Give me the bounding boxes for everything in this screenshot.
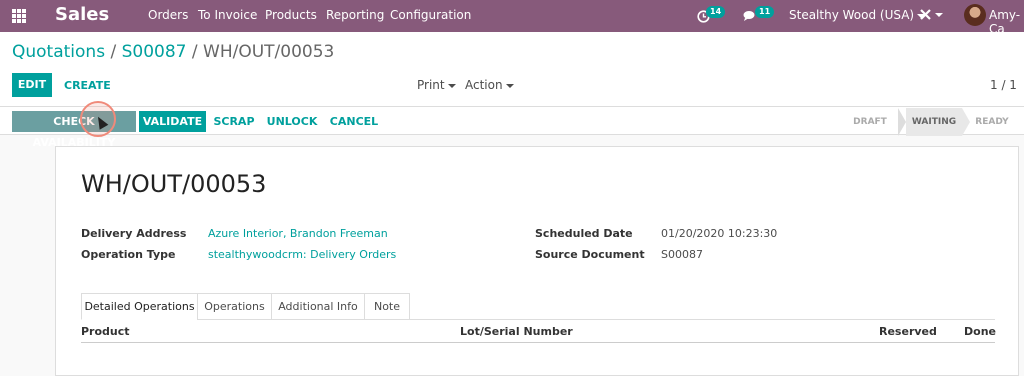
operation-type-value[interactable]: stealthywoodcrm: Delivery Orders xyxy=(208,248,396,261)
stage-waiting: WAITING xyxy=(906,108,962,136)
form-sheet: WH/OUT/00053 Delivery Address Azure Inte… xyxy=(55,146,1019,376)
column-done[interactable]: Done xyxy=(964,325,996,338)
print-dropdown[interactable]: Print xyxy=(417,78,456,92)
record-title: WH/OUT/00053 xyxy=(81,170,267,198)
breadcrumb: Quotations / S00087 / WH/OUT/00053 xyxy=(12,42,334,62)
activity-count-badge: 14 xyxy=(706,6,726,18)
caret-down-icon xyxy=(505,83,514,88)
column-reserved[interactable]: Reserved xyxy=(879,325,937,338)
stage-ready: READY xyxy=(975,117,1009,127)
cancel-button[interactable]: CANCEL xyxy=(327,111,381,132)
company-name: Stealthy Wood (USA) xyxy=(789,8,915,22)
breadcrumb-separator: / xyxy=(191,42,198,62)
app-name[interactable]: Sales xyxy=(55,4,109,25)
breadcrumb-quotations[interactable]: Quotations xyxy=(12,42,105,62)
stage-separator xyxy=(898,108,906,136)
menu-orders[interactable]: Orders xyxy=(148,8,188,22)
apps-grid-icon[interactable] xyxy=(12,9,26,23)
delivery-address-label: Delivery Address xyxy=(81,227,187,240)
action-label: Action xyxy=(465,78,503,92)
column-product[interactable]: Product xyxy=(81,325,130,338)
message-count-badge: 11 xyxy=(755,6,775,18)
menu-to-invoice[interactable]: To Invoice xyxy=(198,8,257,22)
action-dropdown[interactable]: Action xyxy=(465,78,514,92)
avatar[interactable] xyxy=(964,4,986,26)
tools-icon xyxy=(920,9,931,20)
operation-type-label: Operation Type xyxy=(81,248,176,261)
table-header-divider xyxy=(81,342,995,343)
print-label: Print xyxy=(417,78,445,92)
tab-detailed-operations[interactable]: Detailed Operations xyxy=(81,293,198,320)
tab-note[interactable]: Note xyxy=(364,293,410,320)
breadcrumb-separator: / xyxy=(110,42,117,62)
column-lot-serial[interactable]: Lot/Serial Number xyxy=(460,325,573,338)
scrap-button[interactable]: SCRAP xyxy=(212,111,256,132)
breadcrumb-sale-order[interactable]: S00087 xyxy=(122,42,187,62)
activity-button[interactable]: 14 xyxy=(697,6,727,24)
menu-configuration[interactable]: Configuration xyxy=(390,8,471,22)
validate-button[interactable]: VALIDATE xyxy=(139,111,206,132)
action-bar: CHECK AVAILABILITY VALIDATE SCRAP UNLOCK… xyxy=(0,106,1024,149)
company-switcher[interactable]: Stealthy Wood (USA) xyxy=(789,8,926,22)
tab-additional-info[interactable]: Additional Info xyxy=(271,293,365,320)
stage-draft: DRAFT xyxy=(853,117,887,127)
messages-button[interactable]: 11 xyxy=(743,6,775,24)
source-document-label: Source Document xyxy=(535,248,645,261)
scheduled-date-label: Scheduled Date xyxy=(535,227,633,240)
caret-down-icon xyxy=(447,83,456,88)
caret-down-icon xyxy=(935,12,943,17)
control-panel: Quotations / S00087 / WH/OUT/00053 EDIT … xyxy=(0,32,1024,149)
top-navbar: Sales Orders To Invoice Products Reporti… xyxy=(0,0,1024,36)
check-availability-button[interactable]: CHECK AVAILABILITY xyxy=(12,111,136,149)
pager-value[interactable]: 1 / 1 xyxy=(990,78,1017,92)
tab-operations[interactable]: Operations xyxy=(197,293,272,320)
edit-button[interactable]: EDIT xyxy=(12,73,52,97)
unlock-button[interactable]: UNLOCK xyxy=(264,111,320,132)
create-button[interactable]: CREATE xyxy=(64,79,111,92)
breadcrumb-current: WH/OUT/00053 xyxy=(203,42,335,62)
menu-products[interactable]: Products xyxy=(265,8,317,22)
stage-separator xyxy=(962,108,970,136)
menu-reporting[interactable]: Reporting xyxy=(326,8,384,22)
source-document-value: S00087 xyxy=(661,248,703,261)
scheduled-date-value: 01/20/2020 10:23:30 xyxy=(661,227,778,240)
debug-tools-button[interactable] xyxy=(919,7,943,21)
delivery-address-value[interactable]: Azure Interior, Brandon Freeman xyxy=(208,227,388,240)
